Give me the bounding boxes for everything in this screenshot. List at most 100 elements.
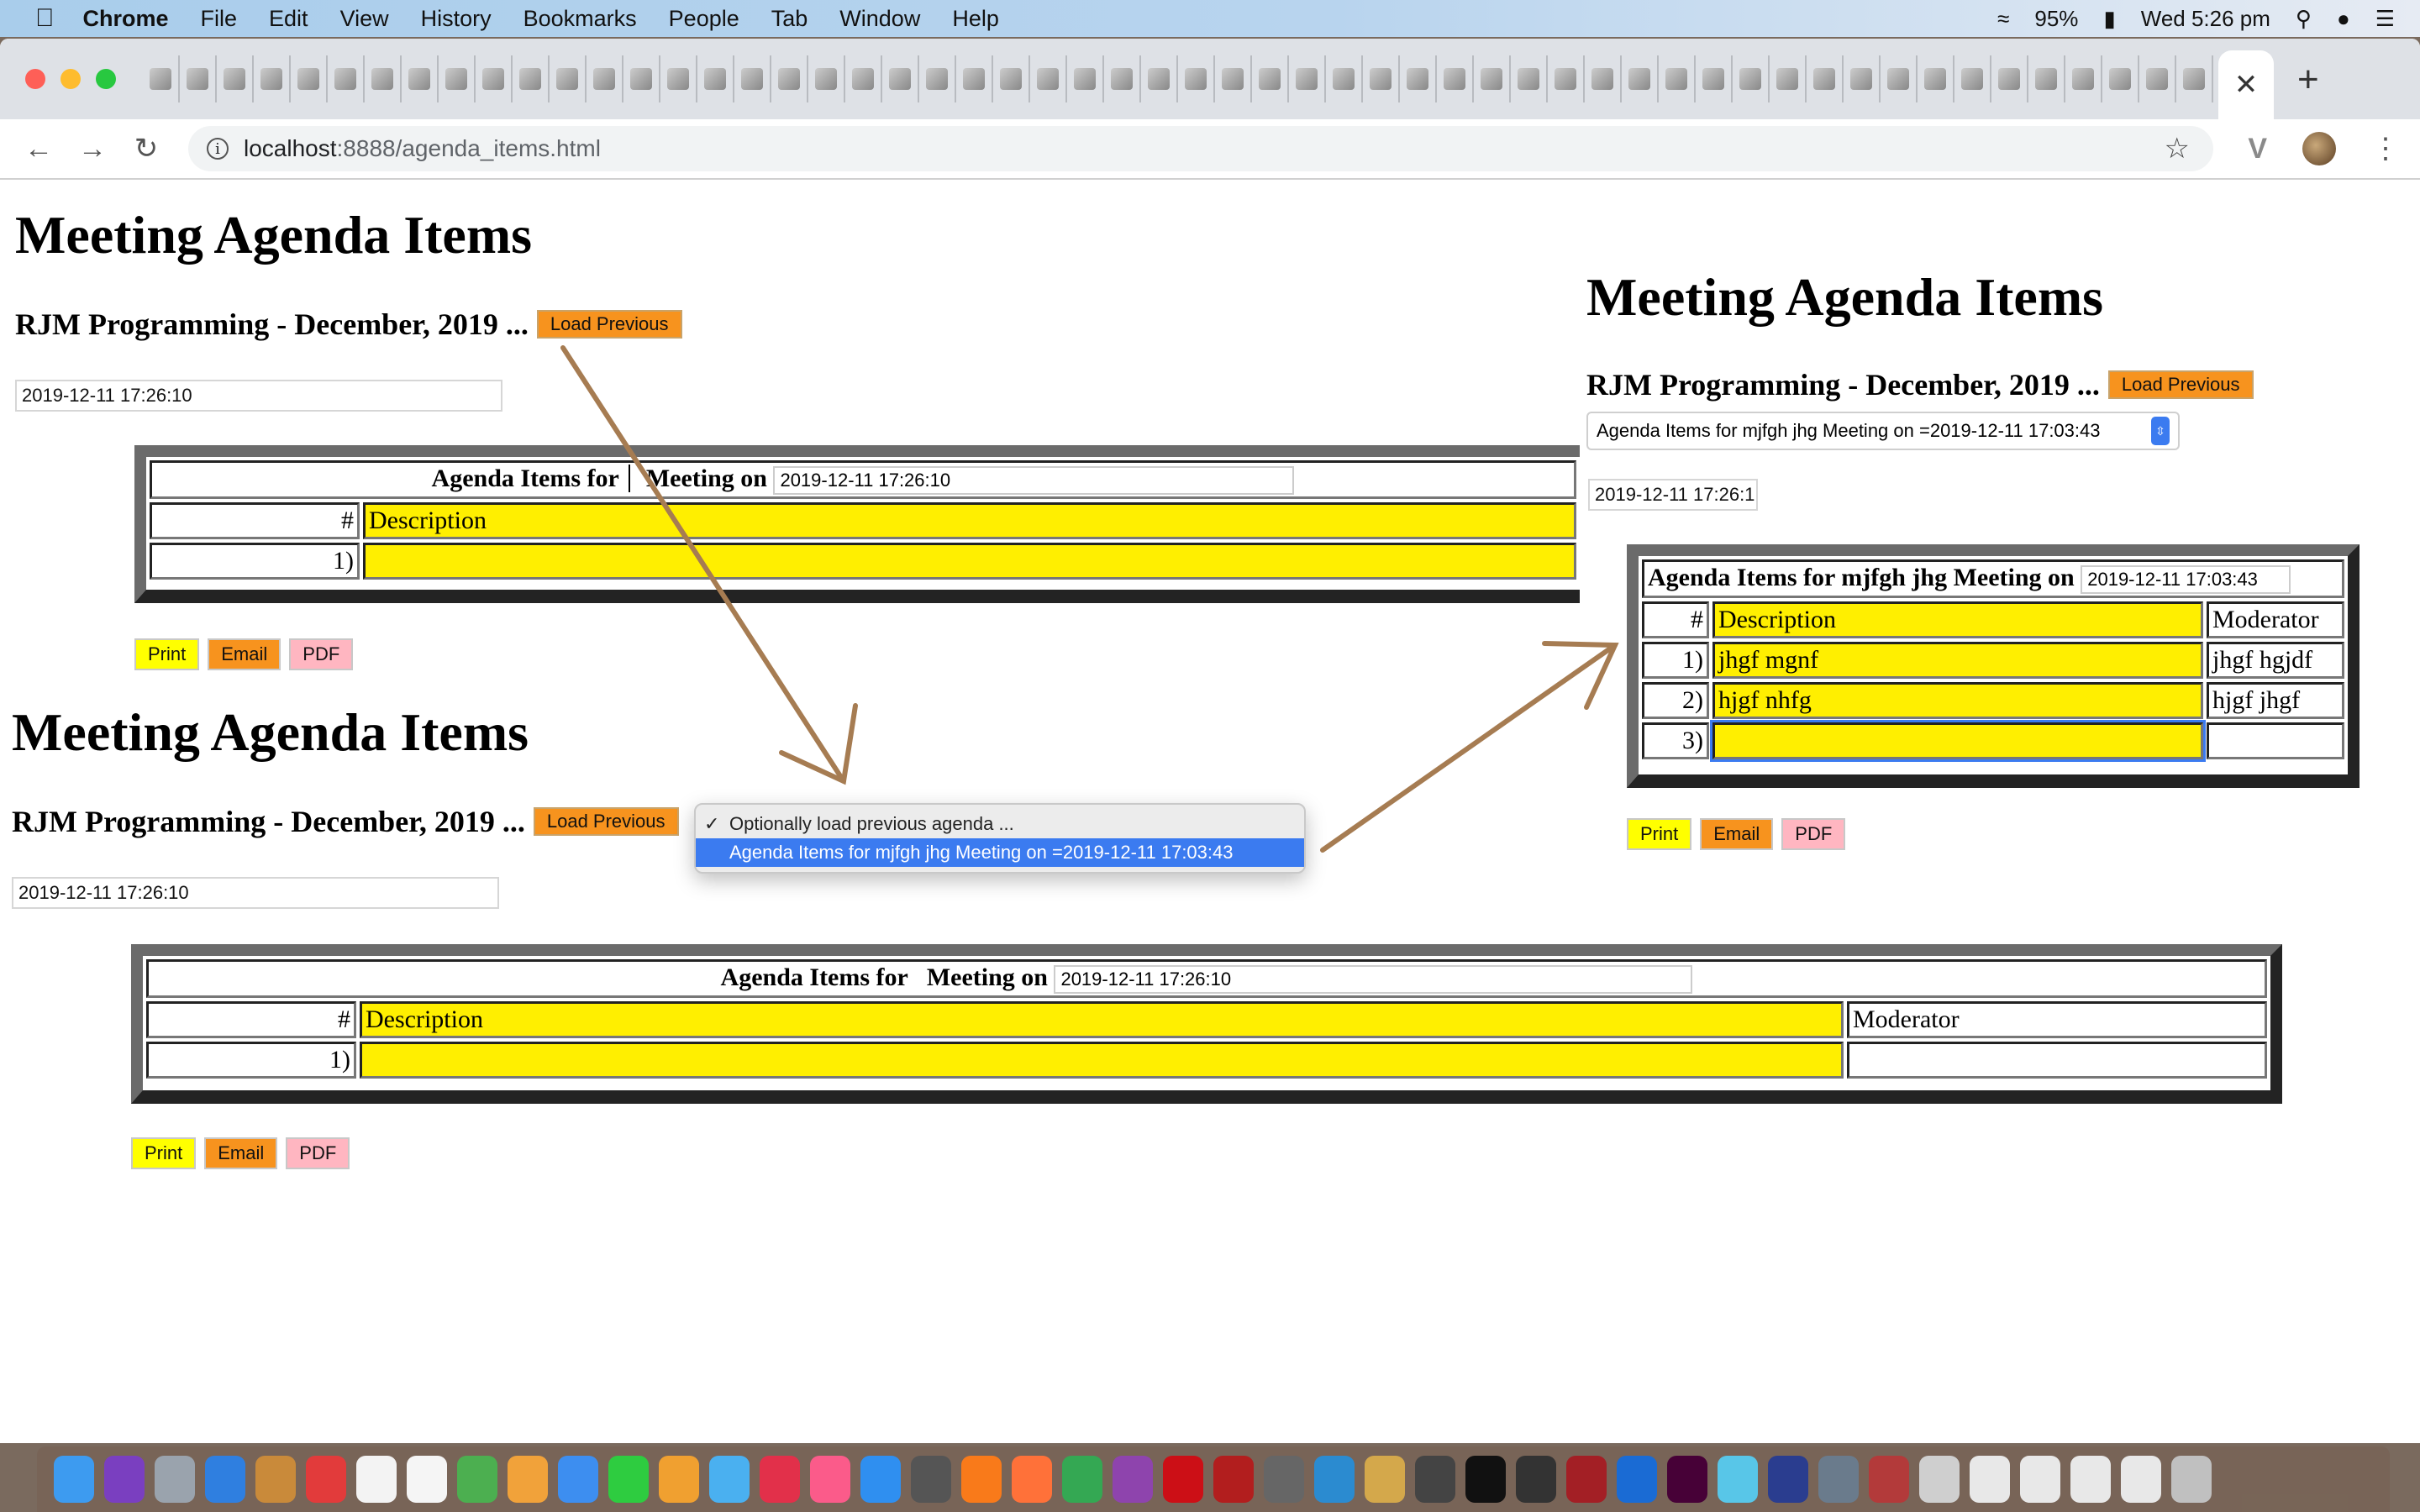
- favicon-tab[interactable]: [1104, 55, 1141, 102]
- favicon-tab[interactable]: [365, 55, 402, 102]
- favicon-tab[interactable]: [956, 55, 993, 102]
- favicon-tab[interactable]: [1437, 55, 1474, 102]
- row-mod-input[interactable]: jhgf hgjdf: [2207, 642, 2344, 680]
- favicon-tab[interactable]: [180, 55, 217, 102]
- close-window-button[interactable]: [25, 69, 45, 89]
- favicon-tab[interactable]: [143, 55, 180, 102]
- dock-app-icon[interactable]: [1415, 1456, 1455, 1503]
- pdf-button[interactable]: PDF: [289, 638, 354, 670]
- table-date-input[interactable]: 2019-12-11 17:26:10: [1054, 965, 1693, 995]
- favicon-tab[interactable]: [1252, 55, 1289, 102]
- dock-app-icon[interactable]: [1465, 1456, 1506, 1503]
- row-mod-input[interactable]: [1847, 1042, 2267, 1079]
- favicon-tab[interactable]: [623, 55, 660, 102]
- dropdown-option-placeholder[interactable]: ✓ Optionally load previous agenda ...: [696, 810, 1304, 838]
- favicon-tab[interactable]: [2028, 55, 2065, 102]
- dock-app-icon[interactable]: [1617, 1456, 1657, 1503]
- favicon-tab[interactable]: [697, 55, 734, 102]
- dock-app-icon[interactable]: [1516, 1456, 1556, 1503]
- favicon-tab[interactable]: [439, 55, 476, 102]
- favicon-tab[interactable]: [2102, 55, 2139, 102]
- previous-agenda-select[interactable]: Agenda Items for mjfgh jhg Meeting on =2…: [1586, 412, 2180, 450]
- dock-app-icon[interactable]: [1718, 1456, 1758, 1503]
- dock-app-icon[interactable]: [961, 1456, 1002, 1503]
- favicon-tab[interactable]: [1215, 55, 1252, 102]
- zoom-window-button[interactable]: [96, 69, 116, 89]
- dock-app-icon[interactable]: [659, 1456, 699, 1503]
- dock-app-icon[interactable]: [1012, 1456, 1052, 1503]
- row-desc-input[interactable]: hjgf nhfg: [1712, 682, 2203, 720]
- dock-app-icon[interactable]: [1365, 1456, 1405, 1503]
- dock-app-icon[interactable]: [1566, 1456, 1607, 1503]
- favicon-tab[interactable]: [882, 55, 919, 102]
- dock-app-icon[interactable]: [1818, 1456, 1859, 1503]
- favicon-tab[interactable]: [587, 55, 623, 102]
- dock-app-icon[interactable]: [255, 1456, 296, 1503]
- favicon-tab[interactable]: [1474, 55, 1511, 102]
- favicon-tab[interactable]: [550, 55, 587, 102]
- favicon-tab[interactable]: [328, 55, 365, 102]
- email-button[interactable]: Email: [1700, 818, 1774, 850]
- apple-menu-icon[interactable]: : [35, 4, 55, 33]
- favicon-tab[interactable]: [845, 55, 882, 102]
- load-previous-button[interactable]: Load Previous: [533, 807, 679, 836]
- favicon-tab[interactable]: [291, 55, 328, 102]
- dock-app-icon[interactable]: [911, 1456, 951, 1503]
- row-desc-input[interactable]: [360, 1042, 1844, 1079]
- menu-file[interactable]: File: [201, 6, 238, 32]
- menu-history[interactable]: History: [421, 6, 492, 32]
- favicon-tab[interactable]: [1548, 55, 1585, 102]
- table-date-input[interactable]: 2019-12-11 17:26:10: [773, 466, 1295, 496]
- favicon-tab[interactable]: [771, 55, 808, 102]
- dock-app-icon[interactable]: [306, 1456, 346, 1503]
- dock-app-icon[interactable]: [104, 1456, 145, 1503]
- menu-window[interactable]: Window: [839, 6, 920, 32]
- pdf-button[interactable]: PDF: [1781, 818, 1846, 850]
- favicon-tab[interactable]: [1770, 55, 1807, 102]
- favicon-tab[interactable]: [1400, 55, 1437, 102]
- dock-app-icon[interactable]: [760, 1456, 800, 1503]
- favicon-tab[interactable]: [513, 55, 550, 102]
- meeting-name-input[interactable]: [628, 465, 637, 492]
- dock-app-icon[interactable]: [810, 1456, 850, 1503]
- favicon-tab[interactable]: [734, 55, 771, 102]
- clock[interactable]: Wed 5:26 pm: [2141, 6, 2270, 32]
- favicon-tab[interactable]: [993, 55, 1030, 102]
- new-tab-button[interactable]: +: [2297, 59, 2319, 101]
- dock-app-icon[interactable]: [2121, 1456, 2161, 1503]
- dock-app-icon[interactable]: [608, 1456, 649, 1503]
- favicon-tab[interactable]: [217, 55, 254, 102]
- row-desc-input-focused[interactable]: [1712, 722, 2203, 760]
- dock-app-icon[interactable]: [1264, 1456, 1304, 1503]
- dock-app-icon[interactable]: [1667, 1456, 1707, 1503]
- dock-app-icon[interactable]: [1919, 1456, 1960, 1503]
- favicon-tab[interactable]: [1733, 55, 1770, 102]
- menu-tab[interactable]: Tab: [771, 6, 808, 32]
- favicon-tab[interactable]: [660, 55, 697, 102]
- pdf-button[interactable]: PDF: [286, 1137, 350, 1169]
- favicon-tab[interactable]: [1881, 55, 1918, 102]
- favicon-tab[interactable]: [476, 55, 513, 102]
- row-mod-input[interactable]: hjgf jhgf: [2207, 682, 2344, 720]
- row-desc-input[interactable]: jhgf mgnf: [1712, 642, 2203, 680]
- menu-edit[interactable]: Edit: [269, 6, 308, 32]
- dock-app-icon[interactable]: [205, 1456, 245, 1503]
- spotlight-search-icon[interactable]: ⚲: [2296, 6, 2312, 32]
- dropdown-option-previous-agenda[interactable]: Agenda Items for mjfgh jhg Meeting on =2…: [696, 838, 1304, 867]
- date-input[interactable]: 2019-12-11 17:26:10: [15, 380, 502, 412]
- dock-app-icon[interactable]: [2020, 1456, 2060, 1503]
- row-mod-input[interactable]: [2207, 722, 2344, 760]
- favicon-tab[interactable]: [1954, 55, 1991, 102]
- menu-people[interactable]: People: [669, 6, 739, 32]
- notification-center-icon[interactable]: ☰: [2375, 6, 2395, 32]
- dock-app-icon[interactable]: [1970, 1456, 2010, 1503]
- dock-app-icon[interactable]: [2171, 1456, 2212, 1503]
- date-input[interactable]: 2019-12-11 17:26:1: [1588, 479, 1758, 511]
- favicon-tab[interactable]: [2065, 55, 2102, 102]
- favicon-tab[interactable]: [1326, 55, 1363, 102]
- favicon-tab[interactable]: [1991, 55, 2028, 102]
- favicon-tab[interactable]: [1807, 55, 1844, 102]
- wifi-icon[interactable]: ≈: [1997, 6, 2009, 32]
- email-button[interactable]: Email: [208, 638, 281, 670]
- favicon-tab[interactable]: [1622, 55, 1659, 102]
